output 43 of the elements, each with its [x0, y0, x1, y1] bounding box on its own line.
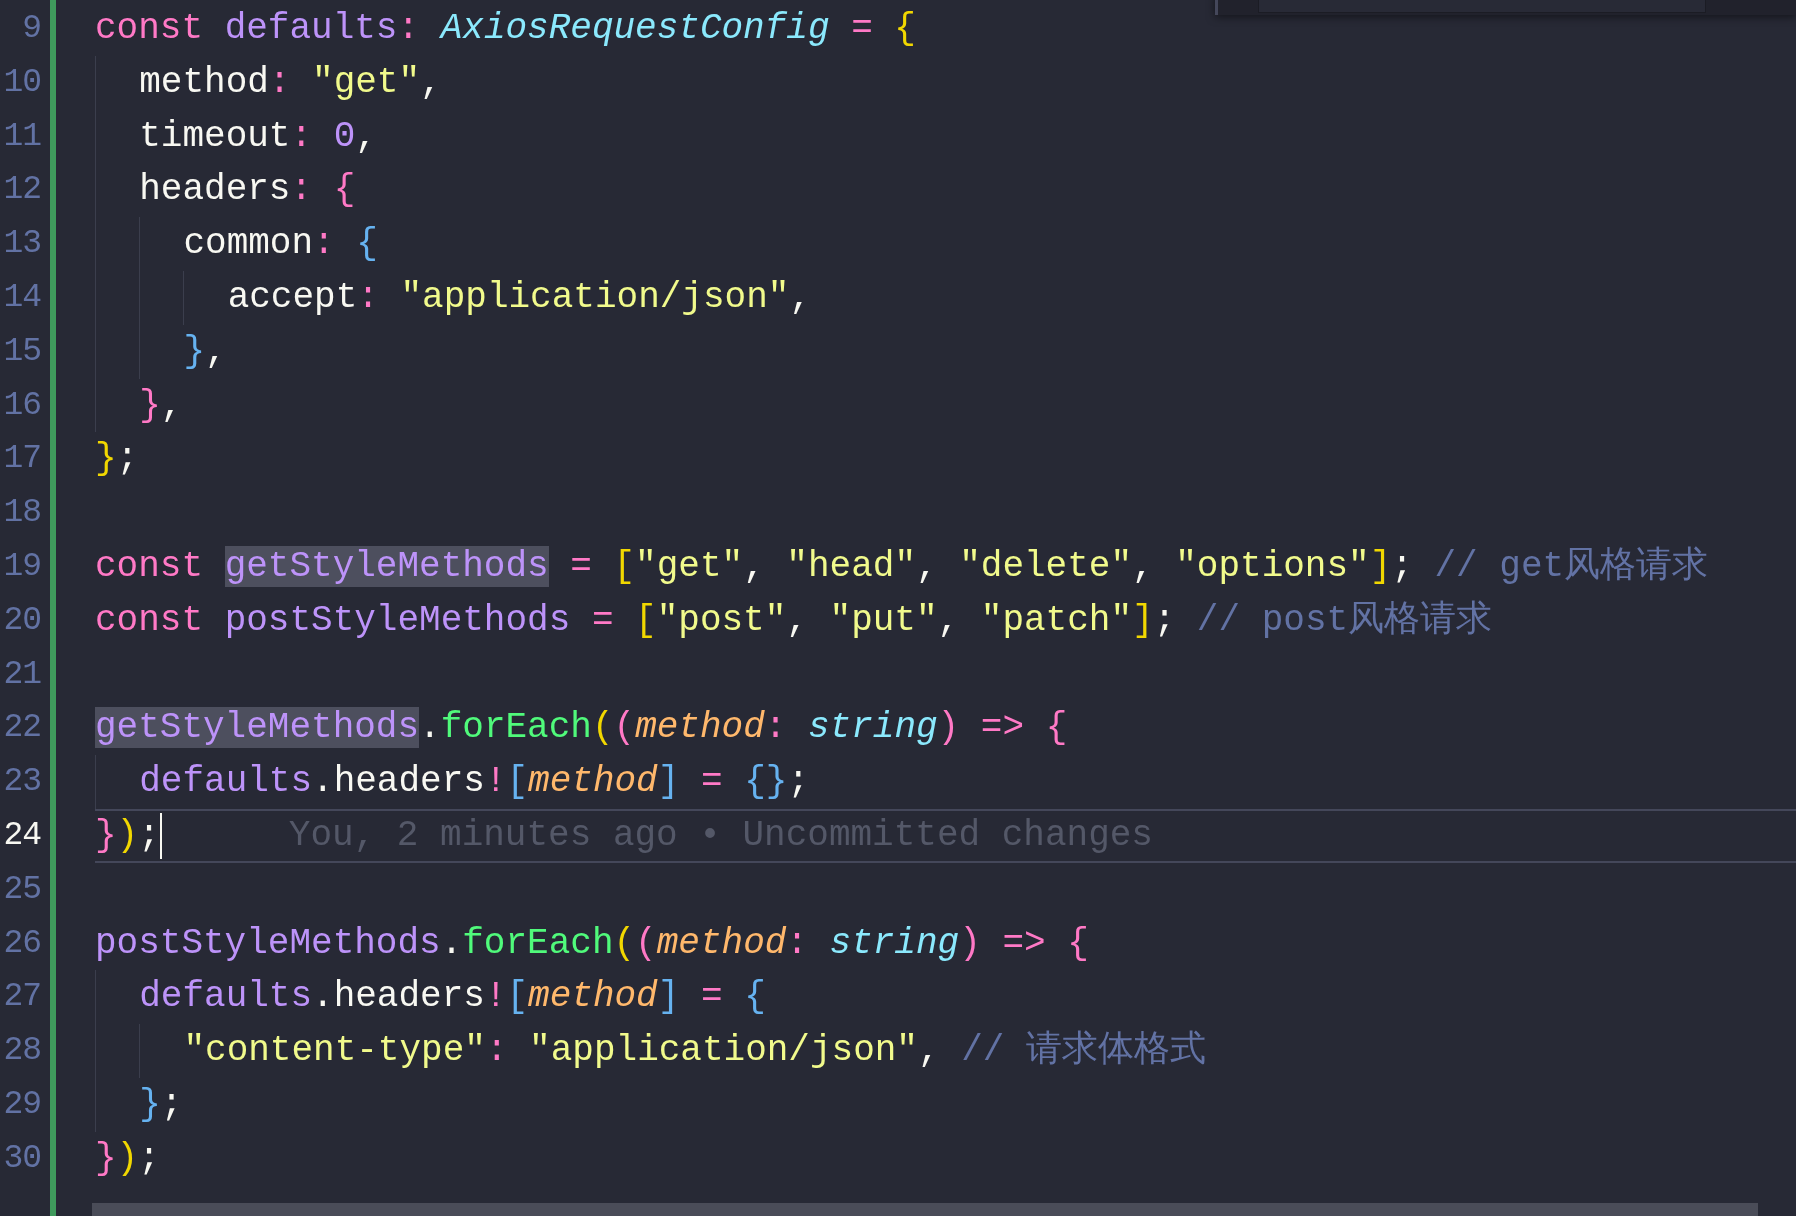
line-number: 29	[2, 1084, 41, 1125]
line-number: 10	[2, 62, 41, 103]
code-line: const getStyleMethods = ["get", "head", "delete", "options"]; // get风格请求	[95, 544, 1709, 589]
line-number: 22	[2, 708, 41, 749]
line-number: 25	[2, 869, 41, 910]
line-number: 28	[2, 1031, 41, 1072]
code-line: "content-type": "application/json", // 请求体格式	[95, 1024, 1206, 1078]
code-line: },	[95, 378, 183, 433]
line-number: 20	[2, 600, 41, 641]
line-number: 18	[2, 493, 41, 534]
line-number: 23	[2, 762, 41, 803]
line-number: 11	[2, 116, 41, 157]
code-line: postStyleMethods.forEach((method: string) => {	[95, 921, 1089, 966]
line-number: 27	[2, 977, 41, 1018]
horizontal-scrollbar[interactable]	[92, 1203, 1758, 1216]
code-line: headers: {	[95, 163, 356, 218]
line-number: 14	[2, 278, 41, 318]
line-number: 17	[2, 439, 41, 480]
code-line: method: "get",	[95, 55, 442, 110]
code-line: timeout: 0,	[95, 109, 377, 164]
line-number: 12	[2, 170, 41, 211]
code-line: };	[95, 437, 139, 482]
line-number: 24	[2, 815, 41, 856]
code-line: getStyleMethods.forEach((method: string) => {	[95, 706, 1068, 751]
line-number: 16	[2, 385, 41, 426]
code-line: });	[95, 1136, 160, 1181]
code-line: defaults.headers![method] = {};	[95, 755, 809, 809]
code-line: common: {	[95, 217, 378, 271]
code-line: accept: "application/json",	[95, 271, 811, 325]
line-number: 19	[2, 546, 41, 587]
line-number: 13	[2, 224, 41, 265]
code-line: };	[95, 1077, 183, 1132]
line-number: 30	[2, 1138, 41, 1179]
code-line: });	[95, 813, 160, 858]
code-line: defaults.headers![method] = {	[95, 970, 766, 1025]
line-number: 15	[2, 331, 41, 372]
line-number: 21	[2, 654, 41, 695]
line-number: 26	[2, 923, 41, 964]
code-line: const postStyleMethods = ["post", "put", "patch"]; // post风格请求	[95, 598, 1493, 643]
code-line: const defaults: AxiosRequestConfig = {	[95, 7, 916, 51]
line-number: 9	[21, 9, 41, 49]
code-line: },	[95, 324, 227, 379]
text-cursor	[159, 812, 162, 859]
